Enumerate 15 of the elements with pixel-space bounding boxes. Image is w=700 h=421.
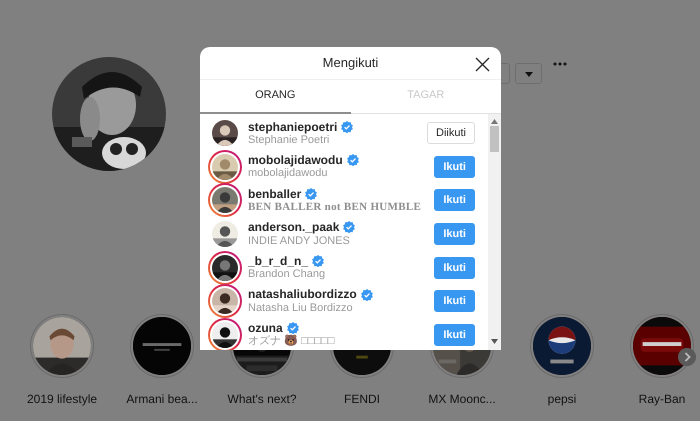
highlight-label: FENDI (344, 391, 380, 408)
full-name: BEN BALLER not BEN HUMBLE (248, 201, 422, 214)
full-name: INDIE ANDY JONES (248, 234, 351, 248)
full-name: mobolajidawodu (248, 167, 328, 181)
full-name: Brandon Chang (248, 268, 326, 282)
full-name: Stephanie Poetri (248, 134, 330, 148)
highlight-label: Ray-Ban (638, 391, 686, 408)
dialog-title: Mengikuti (322, 54, 378, 72)
highlight-label: MX Moonc... (428, 391, 496, 408)
highlight-label: Armani bea... (126, 391, 198, 408)
highlight-label: What's next? (228, 391, 296, 408)
full-name: Natasha Liu Bordizzo (248, 302, 354, 316)
full-name: オズナ 🐻 □□□□□ (248, 335, 336, 349)
highlight-label: 2019 lifestyle (26, 391, 98, 408)
highlight-label: pepsi (548, 391, 576, 408)
